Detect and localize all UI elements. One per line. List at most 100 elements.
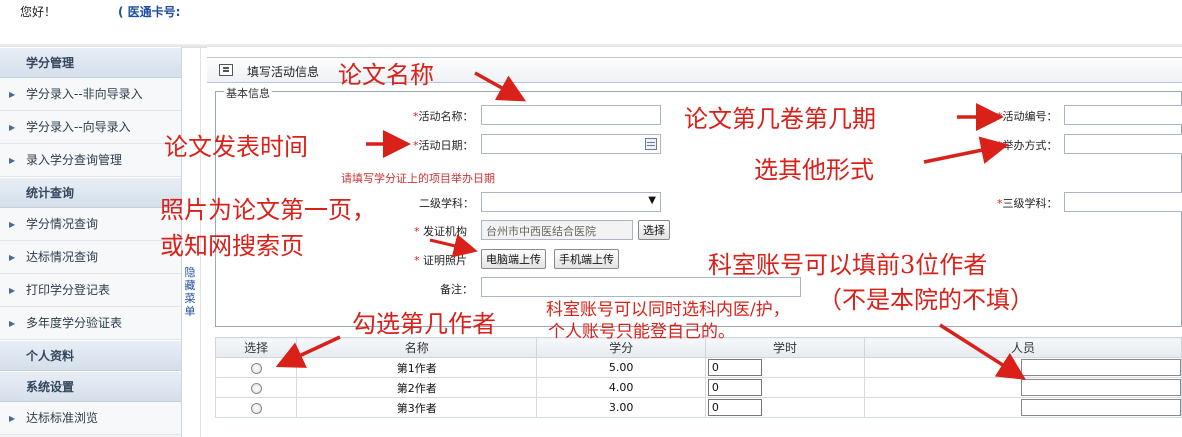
required-mark: * [414, 225, 420, 238]
sidebar-item-label: 多年度学分验证表 [26, 316, 123, 330]
triangle-right-icon: ▶ [9, 286, 16, 295]
activity-no-input[interactable] [1064, 105, 1182, 125]
sidebar-item-standard-browse[interactable]: ▶ 达标标准浏览 [0, 402, 181, 435]
annotation-tick-author: 勾选第几作者 [352, 310, 496, 338]
sidebar-item-credit-status[interactable]: ▶ 学分情况查询 [0, 208, 181, 241]
label-text: 三级学科： [1002, 197, 1058, 210]
level2-subject-label: 二级学科： [419, 195, 474, 211]
triangle-right-icon: ▶ [9, 220, 16, 229]
label-text: 举办方式： [1002, 139, 1058, 152]
label-text: 二级学科： [419, 197, 474, 210]
label-text: 证明照片 [423, 254, 467, 267]
activity-name-label: *活动名称： [413, 108, 474, 124]
sidebar-item-compliance-status[interactable]: ▶ 达标情况查询 [0, 241, 181, 274]
credit-cell: 4.00 [536, 377, 706, 398]
cert-org-input[interactable]: 台州市中西医结合医院 [481, 220, 633, 240]
person-input[interactable] [1020, 379, 1181, 396]
sidebar-item-print-register[interactable]: ▶ 打印学分登记表 [0, 274, 181, 307]
hours-cell: 0 [704, 357, 865, 378]
person-cell [863, 357, 1182, 378]
upload-mobile-button[interactable]: 手机端上传 [554, 249, 619, 269]
annotation-not-this-hospital: （不是本院的不填） [818, 286, 1034, 314]
greeting-text: 您好！ [20, 5, 57, 19]
triangle-right-icon: ▶ [9, 123, 16, 132]
sidebar-group-profile[interactable]: 个人资料 [0, 340, 181, 371]
credit-cell: 5.00 [536, 357, 706, 378]
table-row: 第2作者 4.00 0 [214, 377, 1182, 398]
triangle-right-icon: ▶ [9, 319, 16, 328]
dropdown-arrow-icon: ▼ [648, 195, 656, 206]
level2-subject-select[interactable]: ▼ [481, 192, 661, 212]
card-number-label: ( 医通卡号: [118, 5, 181, 19]
sidebar-item-label: 达标情况查询 [26, 250, 99, 264]
table-row: 第1作者 5.00 0 [214, 357, 1182, 378]
sidebar-item-label: 学分情况查询 [26, 217, 99, 231]
credit-cell: 3.00 [536, 397, 706, 418]
date-hint: 请填写学分证上的项目举办日期 [341, 172, 495, 185]
col-header-name: 名称 [296, 337, 538, 358]
col-header-select: 选择 [214, 337, 298, 358]
activity-no-label: *活动编号： [997, 108, 1058, 124]
activity-name-input[interactable] [481, 105, 661, 125]
annotation-paper-volume: 论文第几卷第几期 [684, 105, 876, 133]
top-bar: 您好！ ( 医通卡号: [0, 0, 1182, 22]
hold-method-select[interactable] [1064, 134, 1182, 154]
annotation-dept-account: 科室账号可以填前3位作者 [708, 251, 988, 279]
sidebar-item-multiyear-verify[interactable]: ▶ 多年度学分验证表 [0, 307, 181, 340]
sidebar-group-label: 统计查询 [26, 186, 75, 200]
sidebar-group-credit-management[interactable]: 学分管理 [0, 47, 181, 78]
sidebar-item-credit-entry-nonwizard[interactable]: ▶ 学分录入--非向导录入 [0, 78, 181, 111]
annotation-publish-time: 论文发表时间 [164, 133, 308, 161]
user-greeting: 您好！ ( 医通卡号: [20, 3, 180, 20]
author-radio[interactable] [250, 402, 262, 414]
label-text: 发证机构 [423, 225, 467, 238]
sidebar-item-entry-query-manage[interactable]: ▶ 录入学分查询管理 [0, 144, 181, 177]
sidebar-item-label: 学分录入--非向导录入 [26, 87, 143, 101]
hours-cell: 0 [704, 377, 865, 398]
select-org-button[interactable]: 选择 [638, 220, 670, 240]
sidebar-item-label: 达标标准浏览 [26, 411, 99, 425]
remark-label: 备注： [440, 283, 473, 296]
author-radio[interactable] [250, 382, 262, 394]
person-input[interactable] [1020, 399, 1181, 416]
person-input[interactable] [1020, 359, 1181, 376]
upload-pc-button[interactable]: 电脑端上传 [481, 249, 546, 269]
annotation-photo-line2: 或知网搜索页 [160, 232, 304, 260]
sidebar-item-credit-entry-wizard[interactable]: ▶ 学分录入--向导录入 [0, 111, 181, 144]
sidebar-group-label: 学分管理 [26, 56, 75, 70]
hours-input[interactable]: 0 [707, 379, 762, 396]
page-title: 填写活动信息 [247, 65, 320, 79]
hours-input[interactable]: 0 [707, 359, 762, 376]
hours-input[interactable]: 0 [707, 399, 762, 416]
annotation-other-form: 选其他形式 [754, 156, 874, 184]
triangle-right-icon: ▶ [9, 414, 16, 423]
cert-org-label: * 发证机构 [414, 223, 467, 239]
activity-date-label: *活动日期： [413, 137, 474, 153]
col-header-person: 人员 [863, 337, 1182, 358]
hold-method-label: *举办方式： [997, 137, 1058, 153]
level3-subject-select[interactable] [1064, 192, 1182, 212]
sidebar: 学分管理 ▶ 学分录入--非向导录入 ▶ 学分录入--向导录入 ▶ 录入学分查询管理 … [0, 47, 182, 437]
hide-menu-toggle[interactable]: 隐藏菜单 [183, 266, 197, 318]
sidebar-group-settings[interactable]: 系统设置 [0, 371, 181, 402]
sidebar-item-label: 录入学分查询管理 [26, 153, 123, 167]
select-cell [214, 397, 298, 418]
label-text: 活动日期： [418, 139, 474, 152]
author-name-cell: 第1作者 [296, 357, 538, 378]
activity-date-input[interactable] [481, 134, 661, 154]
author-credit-table: 选择 名称 学分 学时 人员 第1作者 5.00 0 第2作者 4.00 0 第… [214, 337, 1182, 418]
triangle-right-icon: ▶ [9, 253, 16, 262]
sidebar-item-label: 学分录入--向导录入 [26, 120, 131, 134]
remark-input[interactable] [481, 277, 801, 297]
required-mark: * [414, 254, 420, 267]
level3-subject-label: *三级学科： [997, 195, 1058, 211]
calendar-icon[interactable] [645, 138, 657, 150]
sidebar-item-label: 打印学分登记表 [26, 283, 111, 297]
photo-label: * 证明照片 [414, 252, 467, 268]
sidebar-group-statistics[interactable]: 统计查询 [0, 177, 181, 208]
sidebar-group-label: 系统设置 [26, 380, 75, 394]
author-name-cell: 第3作者 [296, 397, 538, 418]
triangle-right-icon: ▶ [9, 90, 16, 99]
header-band [0, 22, 1182, 44]
author-radio[interactable] [250, 362, 262, 374]
